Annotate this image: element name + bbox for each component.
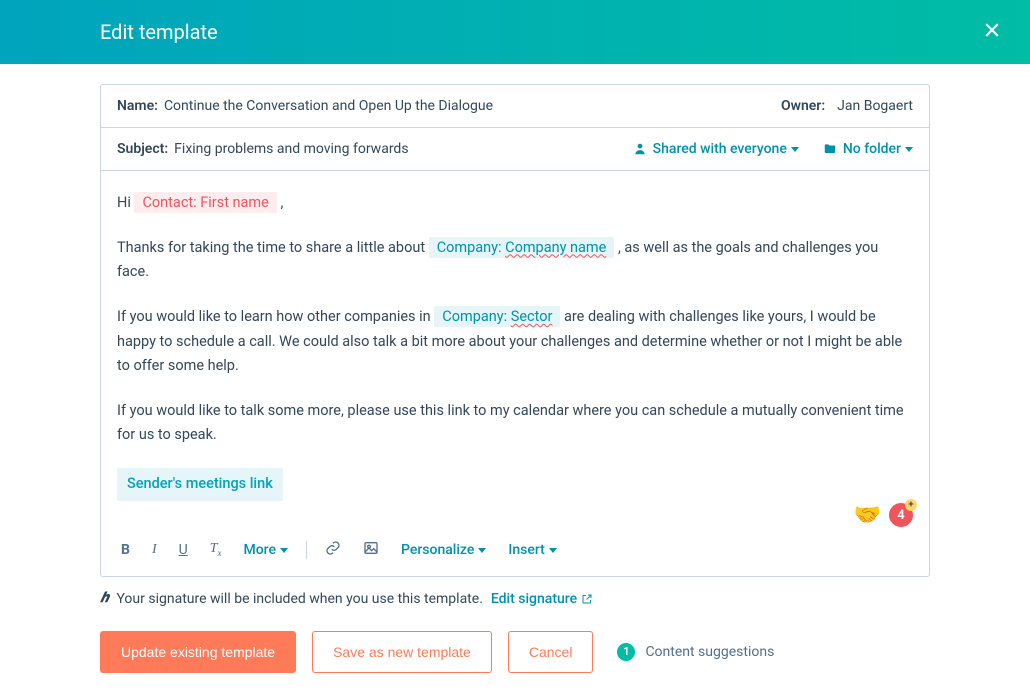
owner-label: Owner: — [781, 98, 825, 114]
template-body-editor[interactable]: Hi Contact: First name , Thanks for taki… — [101, 171, 929, 513]
external-link-icon — [581, 593, 593, 605]
editor-badges: 🤝 4 — [101, 503, 929, 528]
signature-note: 𝒉 Your signature will be included when y… — [100, 577, 930, 607]
more-dropdown[interactable]: More — [239, 540, 292, 560]
toolbar-separator — [306, 541, 307, 559]
body-text: If you would like to talk some more, ple… — [117, 399, 913, 448]
modal-title: Edit template — [100, 20, 218, 44]
token-meetings-link[interactable]: Sender's meetings link — [117, 468, 283, 501]
body-text: , — [280, 194, 283, 211]
clear-format-button[interactable]: Tx — [206, 539, 226, 560]
body-text: Thanks for taking the time to share a li… — [117, 239, 429, 256]
signature-icon: 𝒉 — [100, 591, 108, 607]
folder-dropdown[interactable]: No folder — [823, 141, 913, 157]
template-card: Name: Continue the Conversation and Open… — [100, 84, 930, 577]
name-value[interactable]: Continue the Conversation and Open Up th… — [164, 98, 493, 114]
name-label: Name: — [117, 98, 158, 114]
handshake-icon[interactable]: 🤝 — [854, 503, 881, 528]
notification-badge[interactable]: 4 — [889, 503, 913, 527]
content-suggestions[interactable]: 1 Content suggestions — [617, 643, 774, 661]
owner-value: Jan Bogaert — [837, 98, 913, 114]
subject-row: Subject: Fixing problems and moving forw… — [101, 128, 929, 171]
bold-button[interactable]: B — [117, 540, 134, 560]
body-text: If you would like to learn how other com… — [117, 308, 434, 325]
suggestion-count-badge: 1 — [617, 643, 635, 661]
token-company-name[interactable]: Company: Company name — [429, 237, 615, 258]
name-row: Name: Continue the Conversation and Open… — [101, 85, 929, 128]
folder-icon — [823, 142, 837, 156]
update-template-button[interactable]: Update existing template — [100, 631, 296, 673]
editor-toolbar: B I U Tx More Personalize Insert — [101, 528, 929, 576]
image-button[interactable] — [359, 538, 383, 562]
modal-footer: Update existing template Save as new tem… — [100, 607, 930, 673]
link-button[interactable] — [321, 538, 345, 562]
subject-label: Subject: — [117, 141, 168, 157]
subject-value[interactable]: Fixing problems and moving forwards — [174, 141, 408, 157]
token-contact-firstname[interactable]: Contact: First name — [134, 192, 276, 213]
insert-dropdown[interactable]: Insert — [504, 540, 560, 560]
cancel-button[interactable]: Cancel — [508, 631, 594, 673]
close-icon[interactable] — [982, 20, 1002, 44]
share-dropdown[interactable]: Shared with everyone — [633, 141, 799, 157]
underline-button[interactable]: U — [175, 540, 192, 560]
edit-signature-link[interactable]: Edit signature — [491, 591, 593, 607]
signature-text: Your signature will be included when you… — [116, 591, 482, 607]
italic-button[interactable]: I — [148, 540, 161, 560]
suggestion-label: Content suggestions — [645, 644, 774, 660]
token-company-sector[interactable]: Company: Sector — [434, 306, 560, 327]
body-text: Hi — [117, 194, 134, 211]
modal-header: Edit template — [0, 0, 1030, 64]
save-as-new-button[interactable]: Save as new template — [312, 631, 492, 673]
personalize-dropdown[interactable]: Personalize — [397, 540, 490, 560]
user-icon — [633, 142, 647, 156]
